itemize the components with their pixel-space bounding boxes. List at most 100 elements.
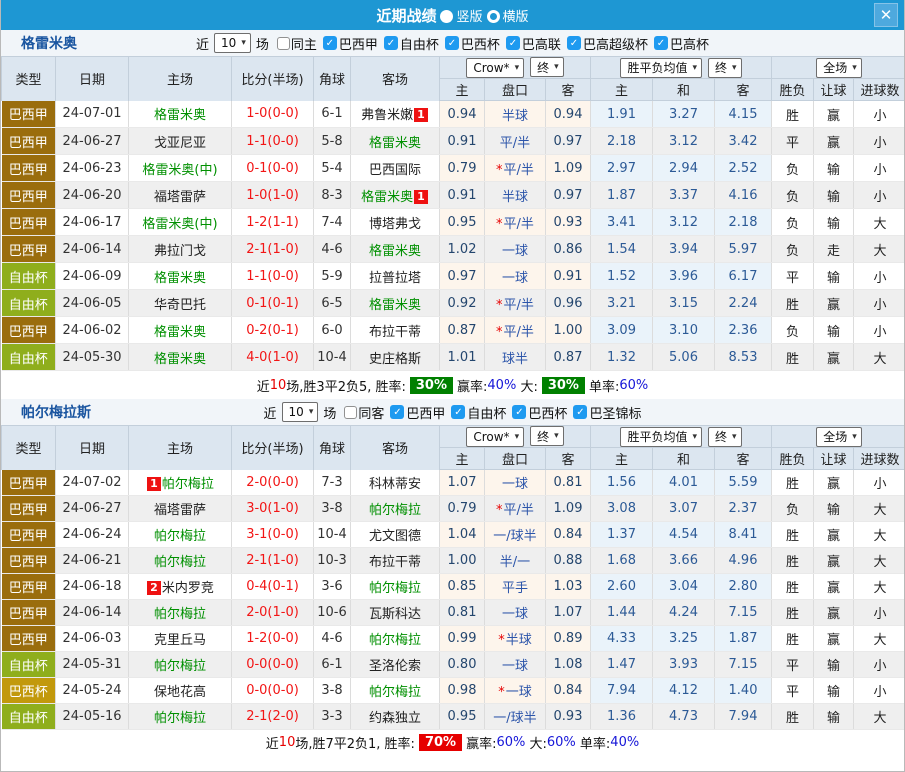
away-team-cell: 史庄格斯	[351, 344, 440, 371]
home-odds-cell: 0.79	[440, 155, 485, 182]
league-type-cell: 自由杯	[2, 344, 56, 371]
summary-segment: 40%	[487, 378, 516, 393]
matches-body: 巴西甲24-07-021帕尔梅拉2-0(0-0)7-3科林蒂安1.07一球0.8…	[2, 470, 905, 730]
wdl-result-cell: 胜	[772, 101, 814, 128]
date-cell: 24-06-14	[56, 600, 129, 626]
goals-result-cell: 大	[854, 236, 905, 263]
away-team-name: 布拉干蒂	[369, 325, 421, 340]
away-team-cell: 帕尔梅拉	[351, 574, 440, 600]
home-team-name: 格雷米奥(中)	[142, 217, 217, 232]
match-row: 巴西甲24-06-17格雷米奥(中)1-2(1-1)7-4博塔弗戈0.95*平/…	[2, 209, 905, 236]
near-label: 近	[264, 403, 277, 422]
home-team-name: 格雷米奥	[154, 325, 206, 340]
handicap-result-cell: 赢	[814, 128, 854, 155]
wdl-result-cell: 负	[772, 155, 814, 182]
mean-final-select[interactable]: 终	[708, 58, 742, 78]
league-checkbox[interactable]	[323, 36, 337, 50]
handicap-name: 一/球半	[493, 529, 536, 544]
home-team-name: 弗拉门戈	[154, 244, 206, 259]
league-checkbox[interactable]	[384, 36, 398, 50]
league-checkbox[interactable]	[390, 405, 404, 419]
home-team-name: 米内罗竞	[162, 581, 214, 596]
handicap-name: 平手	[502, 581, 528, 596]
away-team-cell: 格雷米奥	[351, 236, 440, 263]
odds-dropdown-cell: Crow* 终	[440, 57, 591, 79]
same-venue-checkbox[interactable]	[344, 406, 357, 419]
score-cell: 0-0(0-0)	[232, 678, 314, 704]
home-odds-cell: 0.99	[440, 626, 485, 652]
close-icon[interactable]: ✕	[874, 3, 898, 27]
away-team-name: 格雷米奥	[369, 136, 421, 151]
mean-win-cell: 1.47	[591, 652, 653, 678]
league-checkbox[interactable]	[451, 405, 465, 419]
handicap-result-cell: 赢	[814, 470, 854, 496]
home-team-cell: 戈亚尼亚	[129, 128, 232, 155]
league-type-cell: 自由杯	[2, 704, 56, 730]
odds-final-select[interactable]: 终	[530, 57, 564, 77]
home-team-cell: 福塔雷萨	[129, 182, 232, 209]
league-checkbox[interactable]	[654, 36, 668, 50]
mean-draw-cell: 4.24	[653, 600, 715, 626]
same-venue-checkbox[interactable]	[277, 37, 290, 50]
home-odds-cell: 0.87	[440, 317, 485, 344]
league-type-cell: 自由杯	[2, 652, 56, 678]
subcol-handicap: 盘口	[485, 448, 546, 470]
mean-lose-cell: 2.37	[715, 496, 772, 522]
league-checkbox[interactable]	[445, 36, 459, 50]
away-team-name: 弗鲁米嫩	[361, 108, 413, 123]
league-checkbox[interactable]	[573, 405, 587, 419]
odds-company-select[interactable]: Crow*	[466, 427, 524, 447]
score-cell: 2-0(1-0)	[232, 600, 314, 626]
home-team-cell: 格雷米奥	[129, 344, 232, 371]
home-team-cell: 帕尔梅拉	[129, 548, 232, 574]
away-team-name: 圣洛伦索	[369, 659, 421, 674]
mean-draw-cell: 4.54	[653, 522, 715, 548]
portrait-radio-label[interactable]: 竖版	[456, 10, 482, 25]
league-checkbox-label: 自由杯	[467, 403, 506, 422]
mean-win-cell: 1.87	[591, 182, 653, 209]
goals-result-cell: 小	[854, 101, 905, 128]
mean-win-cell: 3.21	[591, 290, 653, 317]
landscape-radio-label[interactable]: 横版	[503, 10, 529, 25]
home-team-name: 帕尔梅拉	[154, 711, 206, 726]
halftime-score: (0-0)	[267, 631, 298, 646]
league-checkbox[interactable]	[567, 36, 581, 50]
portrait-radio-icon[interactable]	[440, 10, 453, 23]
fulltime-select[interactable]: 全场	[816, 427, 862, 447]
match-count-select[interactable]: 10	[214, 33, 251, 53]
section-summary: 近10场,胜7平2负1, 胜率:70%赢率:60% 大:60% 单率:40%	[1, 730, 904, 754]
home-team-name: 帕尔梅拉	[162, 477, 214, 492]
wdl-mean-select[interactable]: 胜平负均值	[620, 427, 702, 447]
home-odds-cell: 0.97	[440, 263, 485, 290]
odds-final-select[interactable]: 终	[530, 426, 564, 446]
home-odds-cell: 0.80	[440, 652, 485, 678]
match-filter: 近 10 场 同主 巴西甲自由杯巴西杯巴高联巴高超级杯巴高杯	[195, 33, 710, 53]
col-header-date: 日期	[56, 426, 129, 470]
red-card-badge: 1	[414, 190, 428, 204]
wdl-result-cell: 胜	[772, 344, 814, 371]
home-odds-cell: 0.95	[440, 704, 485, 730]
match-count-select[interactable]: 10	[282, 402, 319, 422]
handicap-name: 半球	[502, 190, 528, 205]
subcol-mean-lose: 客	[715, 448, 772, 470]
away-team-cell: 帕尔梅拉	[351, 678, 440, 704]
mean-lose-cell: 1.40	[715, 678, 772, 704]
mean-win-cell: 3.09	[591, 317, 653, 344]
league-filter-group: 巴西甲自由杯巴西杯巴高联巴高超级杯巴高杯	[318, 34, 710, 53]
handicap-name: 平/半	[504, 217, 534, 232]
fulltime-select[interactable]: 全场	[816, 58, 862, 78]
away-odds-cell: 0.88	[546, 548, 591, 574]
team-name: 帕尔梅拉斯	[21, 402, 91, 422]
landscape-radio-icon[interactable]	[487, 10, 500, 23]
mean-final-select[interactable]: 终	[708, 427, 742, 447]
handicap-star: *	[498, 633, 505, 648]
recent-results-panel: 近期战绩竖版横版 ✕ 格雷米奥 近 10 场 同主 巴西甲自由杯巴西杯巴高联巴高…	[0, 0, 905, 772]
wdl-mean-select[interactable]: 胜平负均值	[620, 58, 702, 78]
league-checkbox[interactable]	[512, 405, 526, 419]
league-type-cell: 巴西甲	[2, 209, 56, 236]
league-checkbox[interactable]	[506, 36, 520, 50]
col-header-type: 类型	[2, 57, 56, 101]
home-odds-cell: 0.91	[440, 182, 485, 209]
mean-draw-cell: 3.27	[653, 101, 715, 128]
odds-company-select[interactable]: Crow*	[466, 58, 524, 78]
